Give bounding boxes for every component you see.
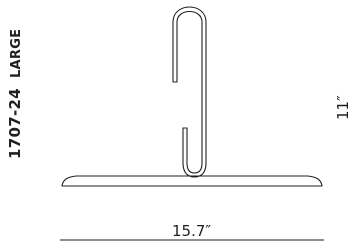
base-plate <box>61 175 323 187</box>
hook-inner-contour <box>176 10 203 174</box>
height-dimension: 11″ <box>334 95 352 120</box>
width-dimension: 15.7″ <box>172 222 212 240</box>
product-drawing <box>60 6 324 241</box>
hook-outer-contour <box>172 6 207 178</box>
